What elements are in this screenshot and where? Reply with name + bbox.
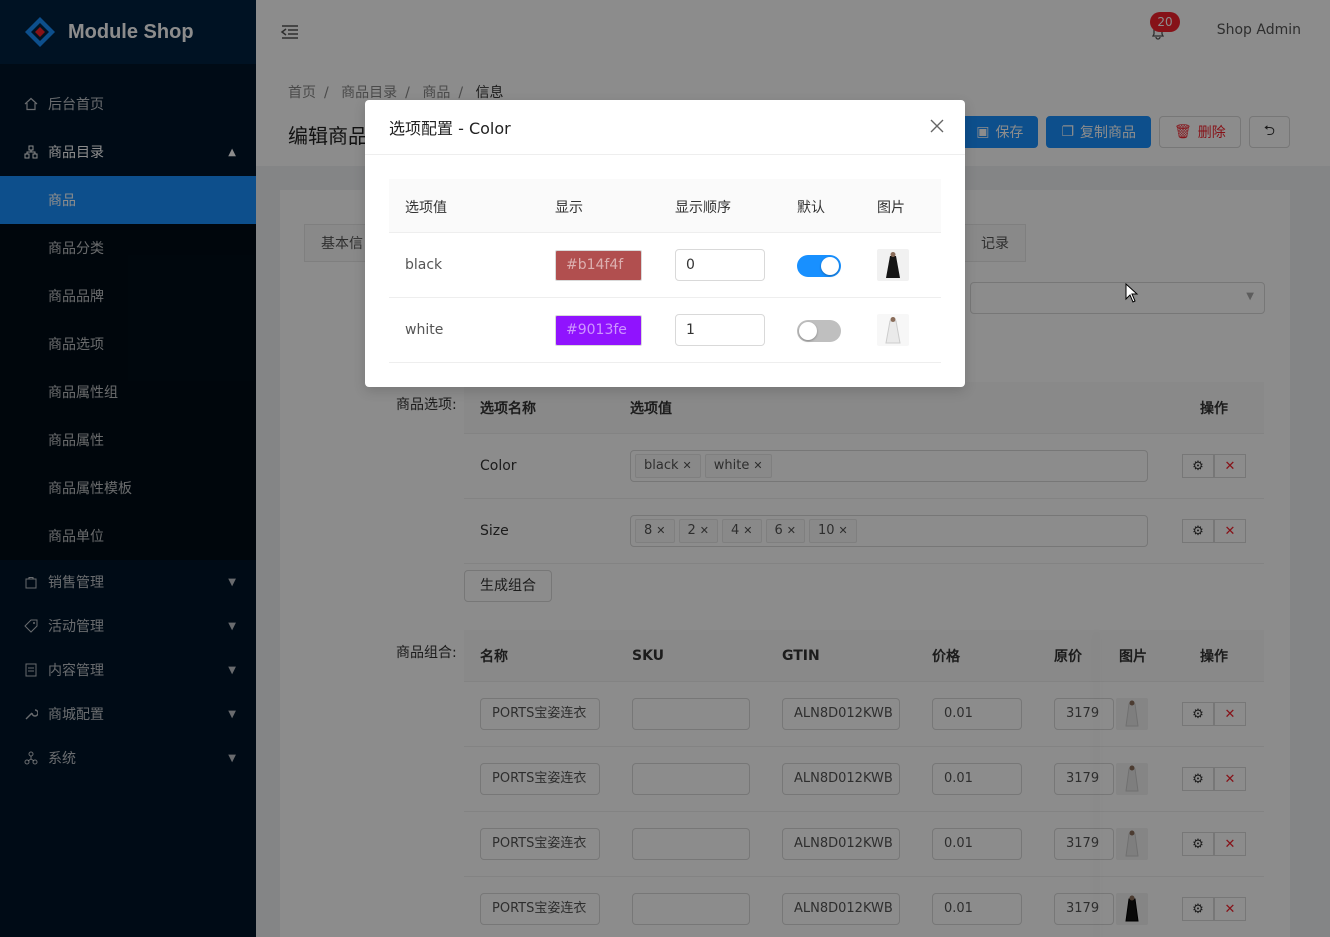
column-header: 选项值 xyxy=(405,200,447,216)
column-header: 图片 xyxy=(877,200,905,216)
color-picker[interactable]: #b14f4f xyxy=(555,250,642,281)
mouse-cursor-icon xyxy=(1125,282,1139,303)
option-values-table: 选项值 显示 显示顺序 默认 图片 black #b14f4f 0 white … xyxy=(389,179,941,363)
toggle-knob xyxy=(799,322,817,340)
column-header: 显示 xyxy=(555,200,583,216)
column-header: 显示顺序 xyxy=(675,200,731,216)
close-icon[interactable] xyxy=(929,118,945,134)
option-image[interactable] xyxy=(877,314,909,346)
option-value: white xyxy=(405,322,444,338)
display-order-input[interactable]: 1 xyxy=(675,314,765,346)
modal-title: 选项配置 - Color xyxy=(389,119,511,138)
option-values-table-header: 选项值 显示 显示顺序 默认 图片 xyxy=(389,179,941,233)
display-order-input[interactable]: 0 xyxy=(675,249,765,281)
table-row: black #b14f4f 0 xyxy=(389,233,941,298)
option-config-modal: 选项配置 - Color 选项值 显示 显示顺序 默认 图片 black #b1… xyxy=(365,100,965,387)
toggle-knob xyxy=(821,257,839,275)
default-toggle[interactable] xyxy=(797,320,841,342)
modal-header: 选项配置 - Color xyxy=(365,100,965,155)
option-value: black xyxy=(405,257,443,273)
default-toggle[interactable] xyxy=(797,255,841,277)
column-header: 默认 xyxy=(797,200,825,216)
color-picker[interactable]: #9013fe xyxy=(555,315,642,346)
table-row: white #9013fe 1 xyxy=(389,298,941,363)
option-image[interactable] xyxy=(877,249,909,281)
